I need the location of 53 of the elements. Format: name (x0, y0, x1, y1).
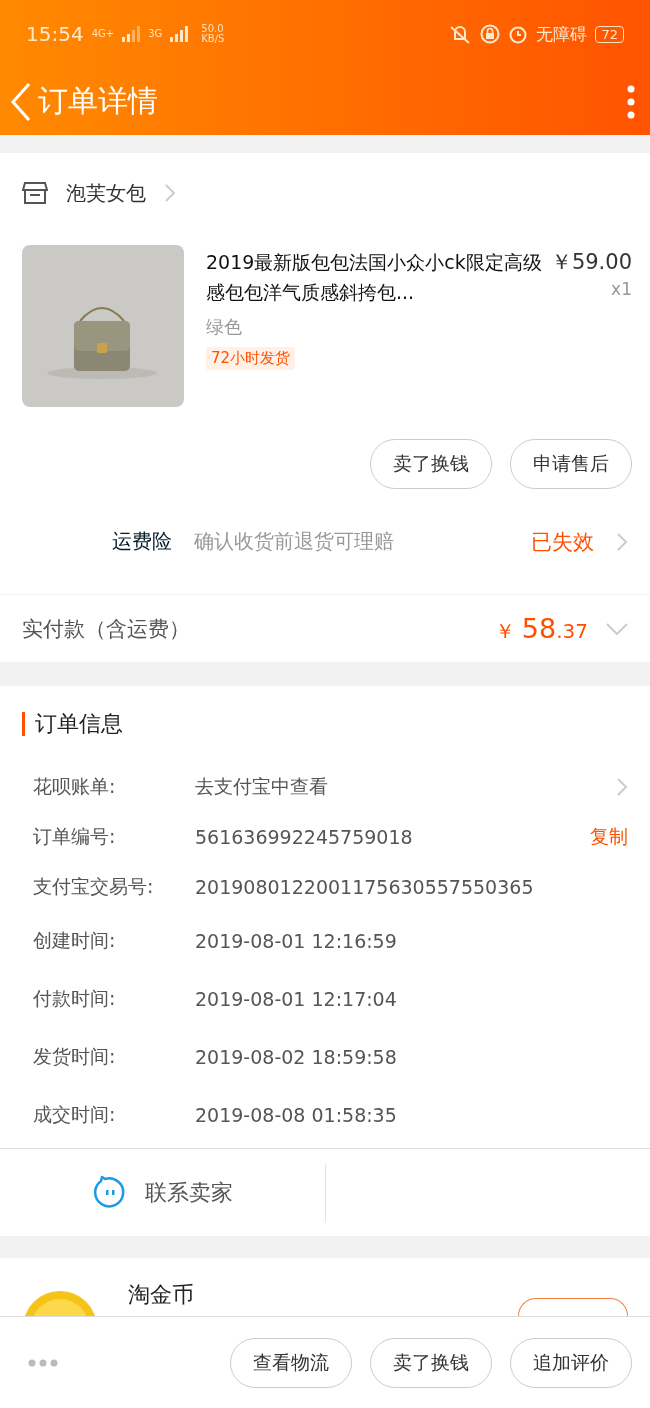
store-icon (22, 181, 48, 205)
chevron-down-icon[interactable] (606, 622, 628, 635)
action-button[interactable]: 申请售后 (510, 439, 632, 489)
signal-icon (122, 26, 141, 42)
section-title: 订单信息 (35, 710, 123, 738)
shop-name[interactable]: 泡芙女包 (66, 179, 146, 207)
info-label: 发货时间: (33, 1044, 117, 1069)
payment-label: 实付款（含运费） (22, 615, 191, 643)
action-button[interactable]: 卖了换钱 (370, 1337, 492, 1388)
more-icon[interactable] (626, 84, 636, 119)
info-label: 成交时间: (33, 1102, 117, 1127)
info-value: 2019-08-01 12:16:59 (195, 930, 398, 952)
info-value: 2019080122001175630557550365 (195, 876, 535, 898)
info-value: 2019-08-02 18:59:58 (195, 1046, 398, 1068)
lock-icon (480, 24, 501, 44)
battery-indicator: 72 (595, 25, 624, 43)
status-time: 15:54 (26, 22, 84, 46)
product-price: ￥59.00 (550, 249, 632, 276)
speed-value: 50.0 (201, 24, 224, 34)
info-label: 花呗账单: (33, 774, 117, 799)
chevron-right-icon (616, 777, 628, 797)
page-title: 订单详情 (38, 82, 158, 120)
info-label: 付款时间: (33, 986, 117, 1011)
insurance-label: 运费险 (112, 528, 172, 555)
chevron-right-icon (616, 531, 628, 552)
payment-amount: ￥ 58.37 (495, 612, 588, 645)
info-value: 2019-08-08 01:58:35 (195, 1104, 398, 1126)
insurance-description: 确认收货前退货可理赔 (194, 528, 395, 555)
network-label: 3G (148, 29, 163, 39)
coin-button[interactable] (518, 1298, 628, 1316)
chat-face-icon (92, 1175, 127, 1210)
info-link[interactable]: 去支付宝中查看 (195, 774, 616, 800)
action-button[interactable]: 追加评价 (510, 1337, 632, 1388)
chevron-right-icon (164, 183, 176, 203)
back-icon[interactable] (10, 81, 32, 122)
info-value: 561636992245759018 (195, 826, 414, 848)
contact-seller-button[interactable]: 联系卖家 (0, 1163, 326, 1222)
product-variant: 绿色 (206, 315, 243, 339)
info-label: 订单编号: (33, 824, 117, 849)
info-label: 支付宝交易号: (33, 874, 155, 899)
info-label: 创建时间: (33, 928, 117, 953)
action-button[interactable]: 查看物流 (230, 1337, 352, 1388)
speed-unit: KB/S (201, 34, 225, 44)
action-button[interactable]: 卖了换钱 (370, 439, 492, 489)
product-title[interactable]: 2019最新版包包法国小众小ck限定高级感包包洋气质感斜挎包... (206, 247, 545, 307)
accessibility-label: 无障碍 (536, 22, 588, 46)
coin-title: 淘金币 (128, 1281, 195, 1309)
info-value: 2019-08-01 12:17:04 (195, 988, 398, 1010)
alarm-icon (508, 24, 529, 44)
more-icon[interactable] (28, 1358, 58, 1367)
network-label: 4G+ (91, 29, 115, 39)
shipping-tag: 72小时发货 (206, 347, 296, 370)
product-quantity: x1 (611, 279, 632, 299)
